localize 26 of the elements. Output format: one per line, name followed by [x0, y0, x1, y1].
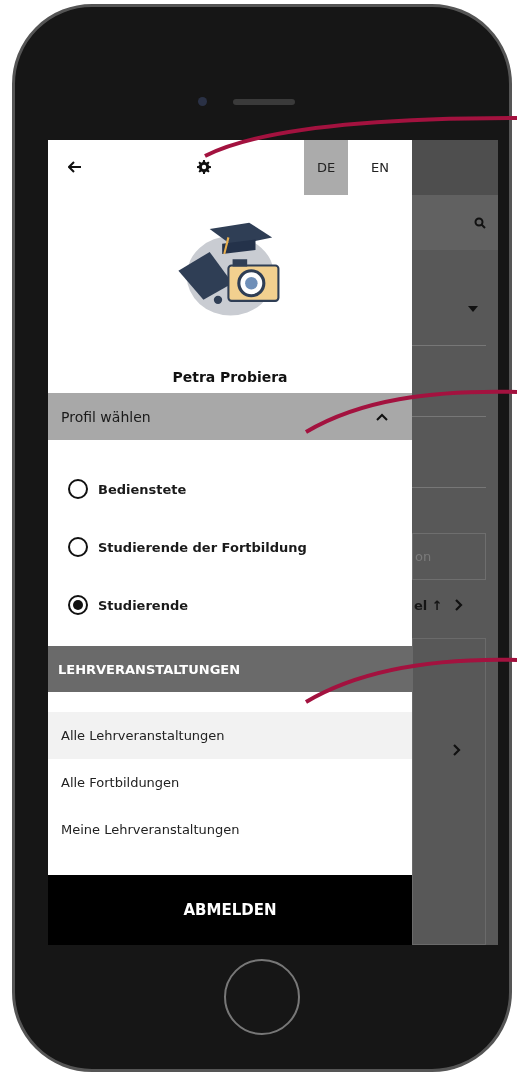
chevron-right-icon[interactable]	[454, 599, 463, 611]
radio-label: Bedienstete	[98, 481, 187, 497]
section-header: LEHRVERANSTALTUNGEN	[48, 646, 412, 692]
radio-button[interactable]	[68, 595, 88, 615]
sort-label: el ↑	[414, 597, 443, 613]
menu-item[interactable]: Meine Lehrveranstaltungen	[48, 806, 412, 853]
language-tab[interactable]: DE	[304, 140, 348, 195]
radio-button[interactable]	[68, 537, 88, 557]
user-name: Petra Probiera	[171, 368, 289, 387]
radio-button[interactable]	[68, 479, 88, 499]
home-button[interactable]	[224, 959, 300, 1035]
back-arrow-icon[interactable]	[68, 161, 82, 173]
dropdown-caret-icon	[468, 306, 478, 312]
camera-icon	[198, 97, 207, 106]
search-icon	[474, 217, 486, 229]
settings-icon[interactable]	[197, 160, 211, 174]
radio-label: Studierende der Fortbildung	[98, 539, 307, 555]
radio-label: Studierende	[98, 597, 189, 613]
caret-icon	[376, 412, 388, 421]
chevron-right-icon[interactable]	[453, 744, 461, 756]
menu-item[interactable]: Alle Lehrveranstaltungen	[48, 712, 412, 759]
profile-section-header[interactable]: Profil wählen	[48, 393, 412, 440]
logout-button[interactable]: ABMELDEN	[48, 875, 412, 945]
language-tab[interactable]: EN	[358, 140, 402, 195]
speaker-grille	[233, 99, 295, 105]
menu-item[interactable]: Alle Fortbildungen	[48, 759, 412, 806]
